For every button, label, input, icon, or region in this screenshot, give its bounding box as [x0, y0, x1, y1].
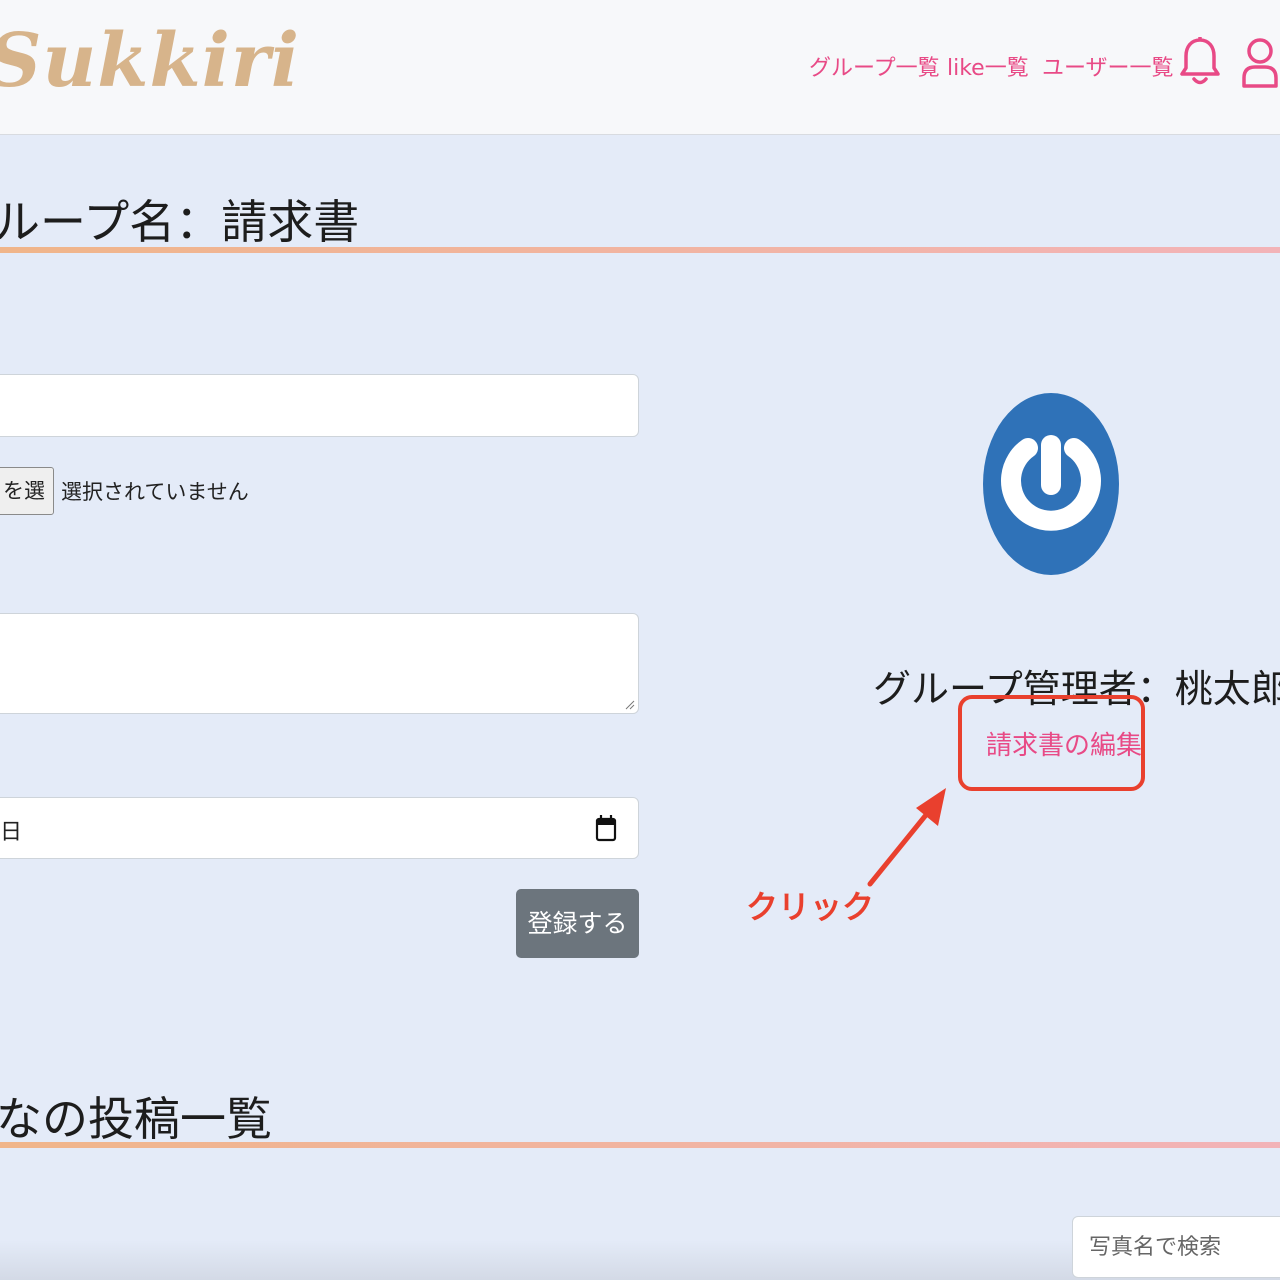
group-avatar [983, 393, 1119, 579]
photo-search-input[interactable]: 写真名で検索 [1072, 1216, 1280, 1278]
file-select-button[interactable]: を選択 [0, 467, 54, 515]
title-divider [0, 247, 1280, 253]
site-logo[interactable]: Sukkiri [0, 18, 300, 104]
user-icon[interactable] [1240, 36, 1280, 94]
submit-button[interactable]: 登録する [516, 889, 639, 958]
title-input[interactable] [0, 374, 639, 437]
group-title: ループ名：請求書 [0, 195, 360, 249]
posts-divider [0, 1142, 1280, 1148]
posts-title: なの投稿一覧 [0, 1092, 272, 1146]
annotation-highlight-box [958, 695, 1145, 791]
date-input[interactable] [0, 797, 639, 859]
navbar: Sukkiri グループ一覧 like一覧 ユーザー一覧 [0, 0, 1280, 135]
calendar-icon[interactable] [595, 814, 617, 846]
annotation-click-label: クリック [746, 888, 875, 926]
annotation-arrow-icon [860, 782, 950, 896]
nav-link-likes[interactable]: like一覧 [947, 50, 1029, 82]
date-value: 日 [0, 820, 23, 845]
description-textarea[interactable] [0, 613, 639, 714]
file-status-text: 選択されていません [61, 480, 249, 504]
nav-link-groups[interactable]: グループ一覧 [809, 50, 940, 82]
nav-link-users[interactable]: ユーザー一覧 [1042, 50, 1174, 82]
bell-icon[interactable] [1180, 36, 1220, 92]
resize-handle-icon[interactable] [625, 700, 635, 710]
